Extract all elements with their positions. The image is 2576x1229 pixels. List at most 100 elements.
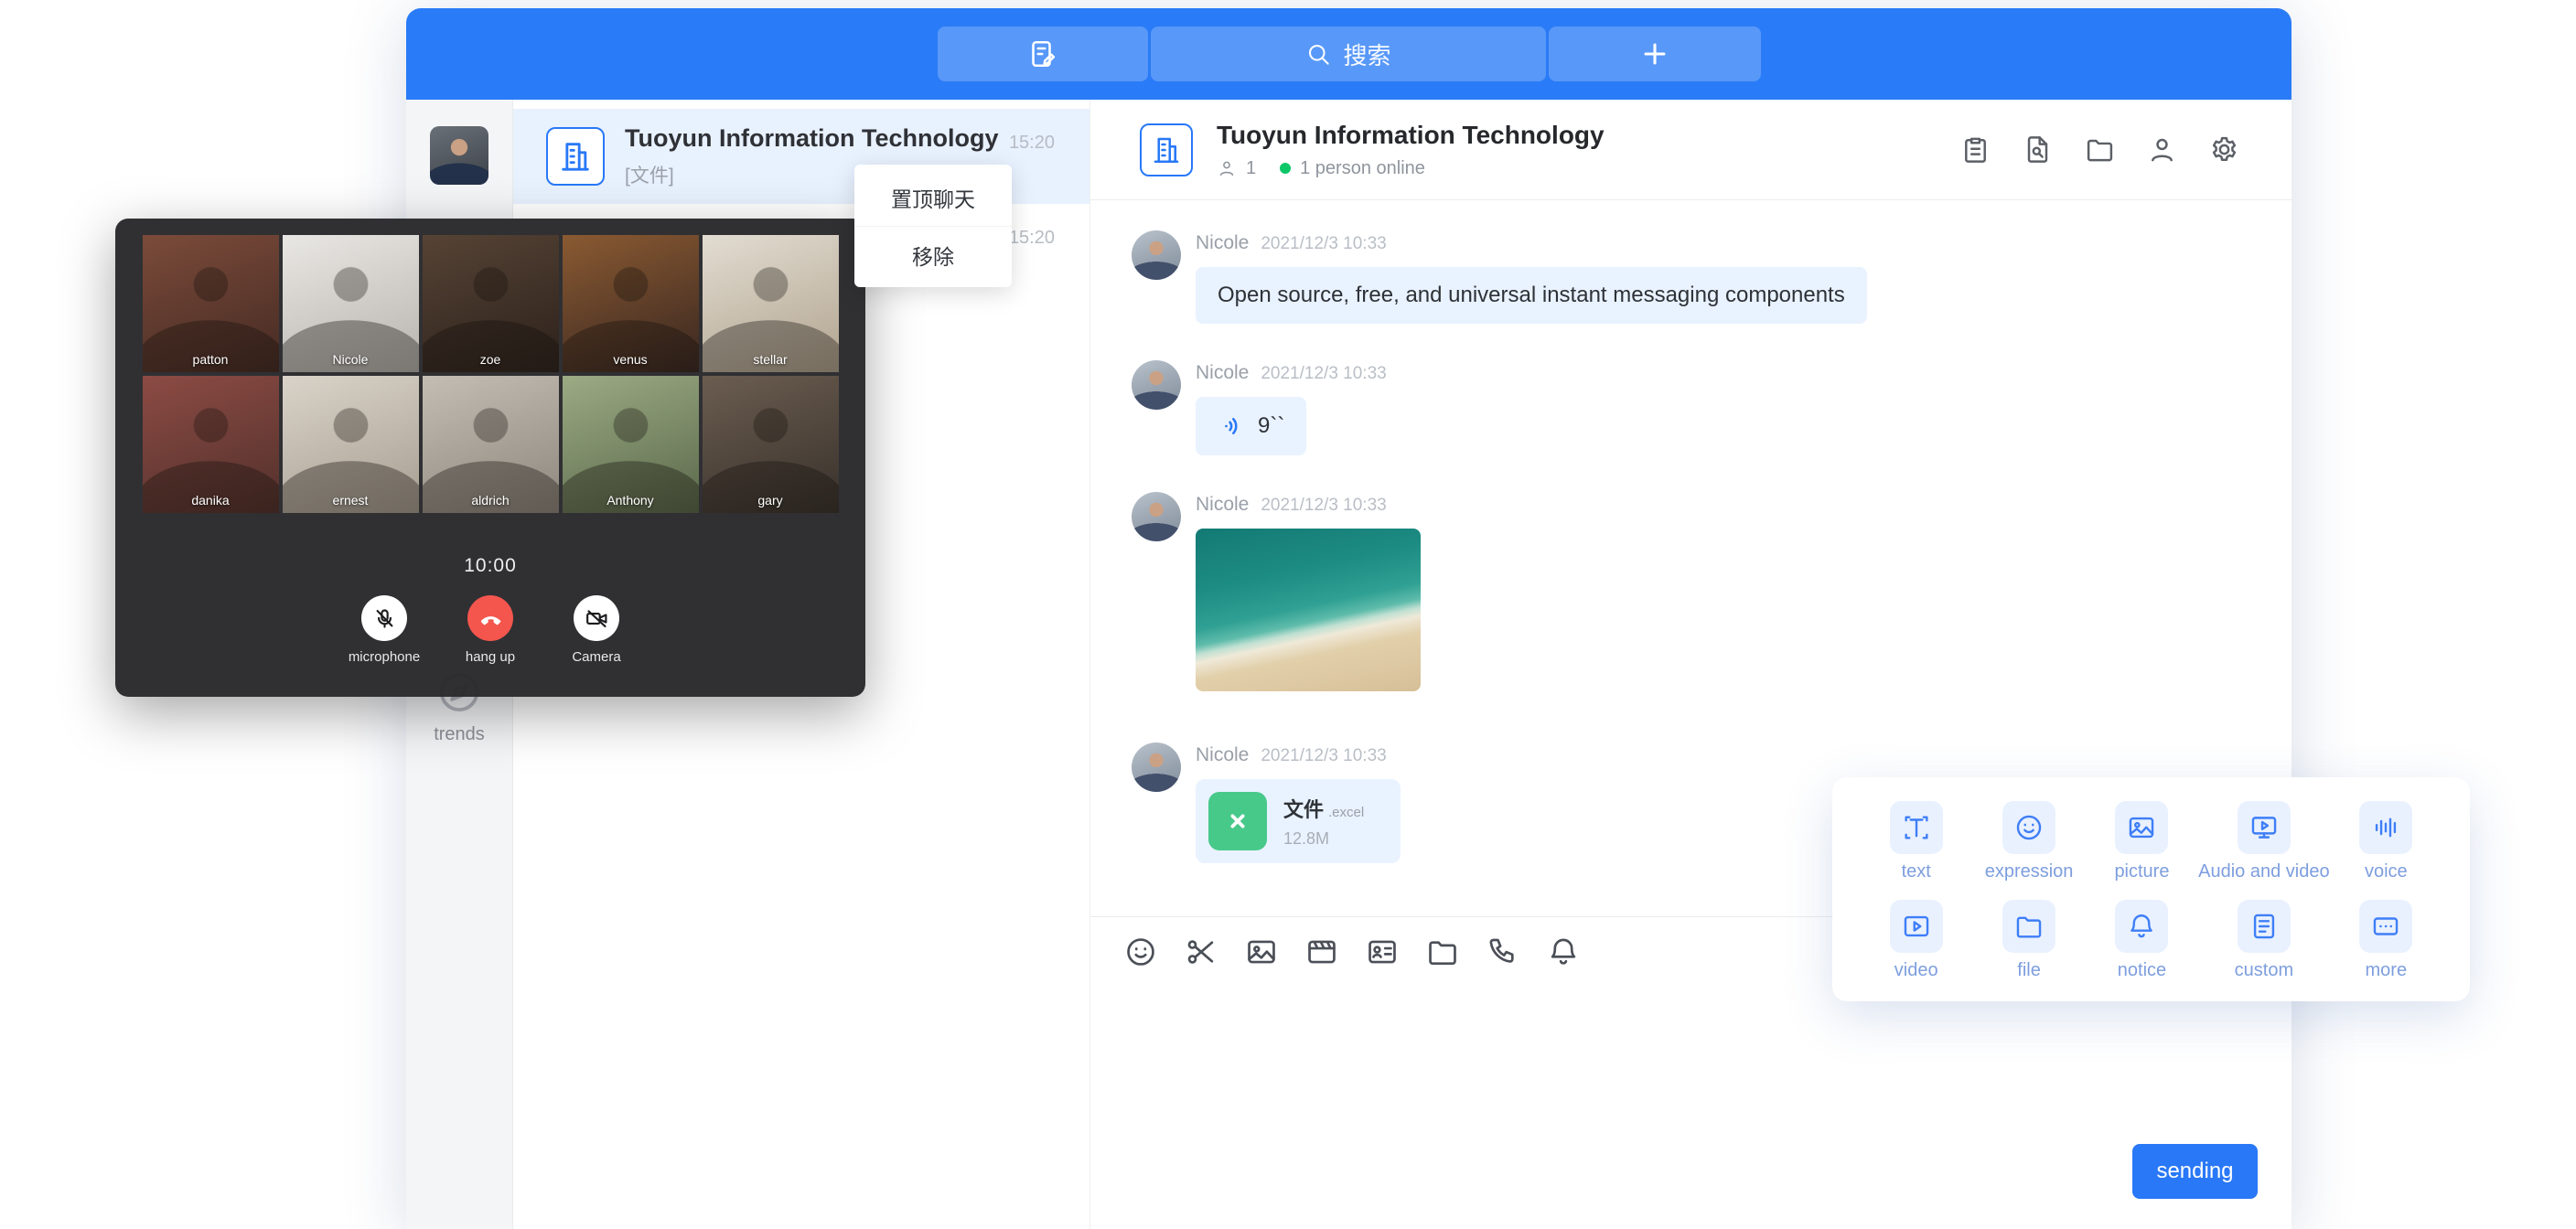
user-avatar[interactable] [430, 126, 488, 185]
panel-item-label: expression [1985, 861, 2074, 882]
panel-item[interactable]: more [2330, 900, 2442, 982]
chat-pane: Tuoyun Information Technology 1 1 person… [1090, 100, 2292, 1229]
conversation-time: 15:20 [1009, 228, 1055, 249]
avatar[interactable] [1132, 743, 1181, 792]
context-menu: 置顶聊天移除 [854, 165, 1012, 287]
doc-lines-icon [2249, 911, 2280, 942]
panel-item[interactable]: video [1860, 900, 1972, 982]
participant-tile: patton [143, 235, 279, 372]
call-control-button[interactable]: microphone [354, 595, 414, 665]
panel-item-label: video [1894, 960, 1938, 981]
participant-tile: Anthony [563, 376, 699, 513]
call-control-button[interactable]: Camera [566, 595, 627, 665]
scissors-icon[interactable] [1184, 935, 1218, 969]
screen: 搜索 trends [0, 0, 2576, 1229]
panel-item-label: picture [2114, 861, 2169, 882]
phone-down-icon [478, 606, 503, 631]
beach-photo[interactable] [1196, 529, 1421, 691]
top-bar: 搜索 [406, 8, 2292, 100]
note-button[interactable] [938, 27, 1148, 81]
trends-label: trends [434, 724, 485, 745]
participant-name: ernest [283, 493, 419, 508]
conversation-time: 15:20 [1009, 133, 1055, 154]
call-control-label: Camera [572, 649, 620, 665]
call-controls: microphone hang up Camera [115, 595, 865, 665]
group-avatar [1140, 123, 1193, 176]
folder-icon[interactable] [2084, 134, 2116, 166]
voice-bubble[interactable]: 9`` [1196, 397, 1306, 455]
panel-item[interactable]: file [1972, 900, 2085, 982]
message-sender: Nicole [1196, 744, 1249, 766]
id-card-icon[interactable] [1365, 935, 1400, 969]
bell-icon [2126, 911, 2157, 942]
participant-name: Anthony [563, 493, 699, 508]
context-menu-item[interactable]: 移除 [854, 226, 1012, 283]
panel-item-label: text [1902, 861, 1931, 882]
gear-icon[interactable] [2208, 134, 2240, 166]
avatar[interactable] [1132, 230, 1181, 280]
message-bubble[interactable]: Open source, free, and universal instant… [1196, 267, 1867, 324]
chat-title: Tuoyun Information Technology [1217, 121, 1605, 150]
message-sender: Nicole [1196, 494, 1249, 516]
member-count: 1 [1246, 158, 1256, 179]
chat-header-main: Tuoyun Information Technology 1 1 person… [1217, 121, 1605, 179]
building-icon [1150, 134, 1183, 166]
avatar[interactable] [1132, 492, 1181, 541]
conversation-title: Tuoyun Information Technology [625, 124, 1053, 153]
panel-item-label: more [2366, 960, 2408, 981]
members-icon [1217, 158, 1237, 178]
more-box-icon [2370, 911, 2401, 942]
note-icon [1026, 37, 1059, 70]
voice-duration: 9`` [1258, 413, 1284, 439]
participant-name: venus [563, 352, 699, 367]
context-menu-item[interactable]: 置顶聊天 [854, 169, 1012, 226]
screen-play-icon [2249, 812, 2280, 843]
message-time: 2021/12/3 10:33 [1261, 234, 1386, 254]
panel-item[interactable]: voice [2330, 801, 2442, 883]
phone-icon[interactable] [1486, 935, 1520, 969]
panel-item[interactable]: expression [1972, 801, 2085, 883]
video-play-icon [1901, 911, 1932, 942]
file-bubble[interactable]: 文件.excel 12.8M [1196, 779, 1401, 863]
panel-item[interactable]: custom [2198, 900, 2329, 982]
participant-tile: venus [563, 235, 699, 372]
panel-item-label: file [2017, 960, 2041, 981]
message-time: 2021/12/3 10:33 [1261, 746, 1386, 766]
panel-item[interactable]: text [1860, 801, 1972, 883]
folder-icon[interactable] [1425, 935, 1460, 969]
panel-item[interactable]: picture [2086, 801, 2198, 883]
smiley-icon [2013, 812, 2045, 843]
message-time: 2021/12/3 10:33 [1261, 364, 1386, 384]
call-control-button[interactable]: hang up [460, 595, 521, 665]
building-icon [557, 138, 594, 175]
search-placeholder: 搜索 [1343, 37, 1390, 71]
message-voice: Nicole 2021/12/3 10:33 9`` [1132, 360, 2292, 455]
text-icon [1901, 812, 1932, 843]
send-button[interactable]: sending [2132, 1144, 2258, 1199]
picture-icon[interactable] [1244, 935, 1279, 969]
clipboard-icon[interactable] [1959, 134, 1991, 166]
panel-item[interactable]: Audio and video [2198, 801, 2329, 883]
smiley-icon[interactable] [1123, 935, 1158, 969]
panel-item-label: voice [2365, 861, 2408, 882]
avatar[interactable] [1132, 360, 1181, 410]
mic-off-icon [372, 606, 397, 631]
voice-wave-icon [1218, 412, 1245, 440]
search-input[interactable]: 搜索 [1151, 27, 1546, 81]
message-input-area[interactable]: sending [1090, 986, 2292, 1229]
message-sender: Nicole [1196, 362, 1249, 384]
message-image: Nicole 2021/12/3 10:33 [1132, 492, 2292, 691]
top-bar-group: 搜索 [938, 27, 1761, 81]
participant-tile: zoe [423, 235, 559, 372]
person-icon[interactable] [2146, 134, 2178, 166]
message-type-panel: text expression picture Audio and video [1832, 777, 2470, 1001]
add-button[interactable] [1549, 27, 1761, 81]
bell-icon[interactable] [1546, 935, 1581, 969]
clapper-icon[interactable] [1304, 935, 1339, 969]
file-search-icon[interactable] [2022, 134, 2054, 166]
cam-off-icon [585, 606, 609, 631]
participant-name: danika [143, 493, 279, 508]
panel-item[interactable]: notice [2086, 900, 2198, 982]
participant-name: stellar [703, 352, 839, 367]
group-avatar [546, 127, 605, 186]
